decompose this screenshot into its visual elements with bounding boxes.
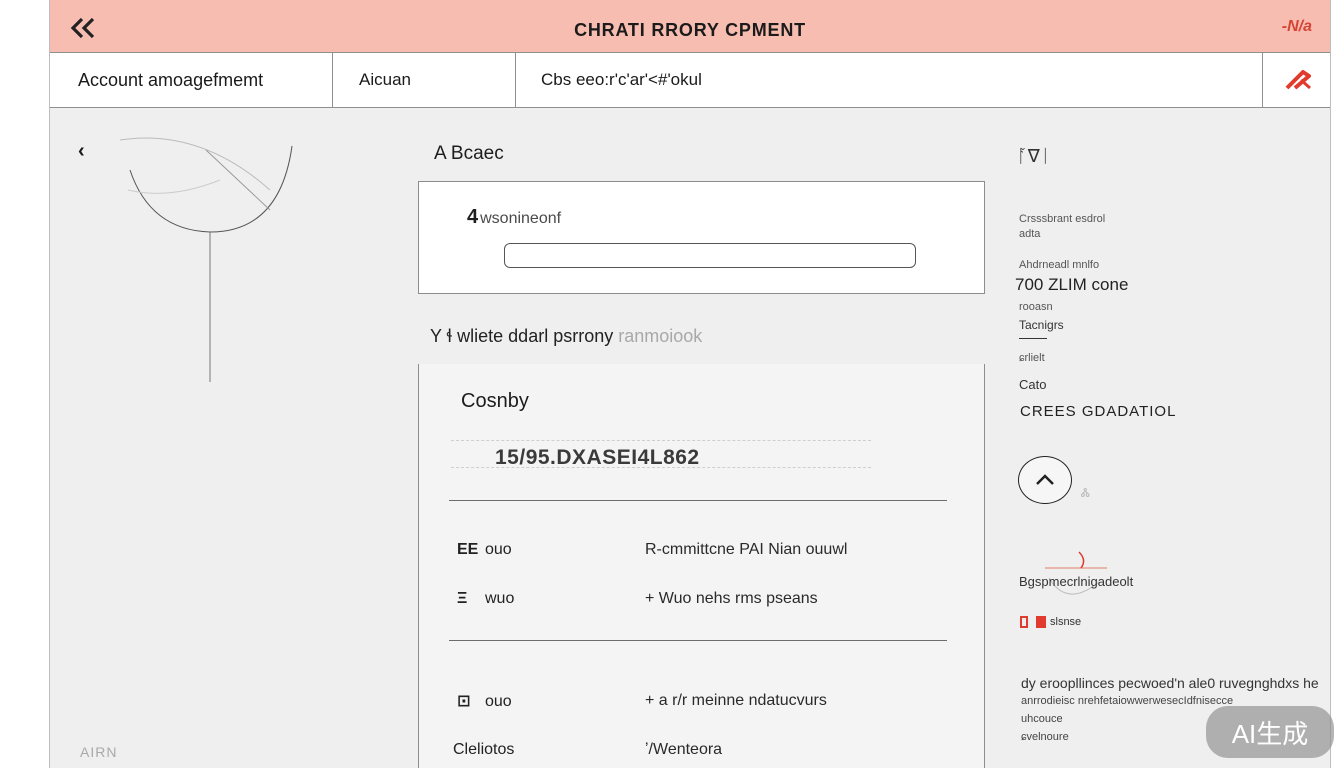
subsection-title-faint: ranmoiook (618, 326, 703, 346)
chevron-left-icon[interactable]: ‹ (78, 140, 85, 163)
text-input[interactable] (504, 243, 916, 268)
divider (449, 500, 947, 501)
underline (1019, 338, 1047, 339)
detail-row-key: ⊡ ouo (457, 691, 512, 711)
info-caps-value: CREES GDADATIOL (1020, 403, 1177, 420)
red-square-icon (1036, 616, 1046, 629)
info-value: 700 ZLIM cone (1015, 275, 1129, 294)
detail-row-value: + Wuo nehs rms pseans (645, 590, 818, 607)
row-key: ouo (485, 541, 512, 558)
detail-row-key: EE ouo (457, 541, 512, 559)
label-glyph: 4 (467, 206, 479, 228)
detail-row-value: ʼ/Wenteora (645, 741, 723, 758)
divider (451, 440, 871, 441)
info-label: Crsssbrant esdrol (1019, 213, 1106, 225)
info-label: Ahdrneadl mnlfo (1019, 259, 1100, 271)
divider (451, 467, 871, 468)
input-card-label: 4 wsonineonf (467, 206, 561, 229)
warning-row: slsnse (1020, 616, 1082, 629)
divider (449, 640, 947, 641)
left-panel: ‹ AIRN (50, 108, 410, 768)
info-label: rooasn (1019, 301, 1053, 313)
brand-logo: -N/a (1281, 18, 1312, 35)
detail-row-value: + a r/r meinne ndatucvurs (645, 692, 827, 709)
ai-generated-watermark: AI生成 (1206, 706, 1334, 758)
sketch-illustration (119, 137, 293, 382)
subsection-title-text: Y ɬ wliete ddarl psrrony (430, 326, 614, 346)
tab-tertiary[interactable]: Cbs eeo:r'c'ar'<#'okul (516, 53, 1263, 107)
title-bar: CHRATI RRORY CPMENT -N/a (50, 0, 1330, 53)
info-label: adta (1019, 228, 1041, 240)
edit-button[interactable] (1263, 53, 1332, 107)
chevron-up-icon (1036, 474, 1054, 485)
row-key: wuo (485, 590, 515, 607)
warning-text: slsnse (1050, 616, 1082, 628)
subsection-title: Y ɬ wliete ddarl psrrony ranmoiook (430, 326, 702, 347)
left-footer-label: AIRN (80, 744, 118, 760)
detail-card: Cosnby 15/95.DXASEI4L862 EE ouo R-cmmittc… (418, 364, 985, 768)
detail-label: Cosnby (461, 390, 529, 412)
paragraph-text: dy eroopllinces pecwoed'n ale0 ruvegnghd… (1021, 675, 1319, 691)
section-title: A Bcaec (434, 143, 504, 164)
detail-row-key: Ξwuo (457, 590, 514, 608)
row-key: Cleliotos (453, 741, 515, 758)
input-card: 4 wsonineonf (418, 181, 985, 294)
detail-row-value: R-cmmittcne PAI Nian ouuwl (645, 541, 848, 558)
tab-secondary[interactable]: Aicuan (333, 53, 516, 107)
right-sketch-label: ᚪ∇ᛁ (1017, 146, 1051, 166)
right-panel: ᚪ∇ᛁ Crsssbrant esdrol adta Ahdrneadl mnl… (1015, 108, 1332, 768)
expand-caption: Ꮬ (1081, 486, 1091, 500)
info-label: Cato (1019, 377, 1047, 392)
tab-account-management[interactable]: Account amoagefmemt (50, 53, 333, 107)
info-label: Tacnigrs (1019, 318, 1064, 332)
detail-row-key: Cleliotos (453, 741, 514, 759)
row-icon: Ξ (457, 590, 468, 607)
label-text: wsonineonf (480, 210, 562, 227)
app-window: CHRATI RRORY CPMENT -N/a Account amoagef… (49, 0, 1331, 768)
row-icon: EE (457, 541, 479, 558)
expand-button[interactable] (1018, 456, 1072, 504)
info-label: ɕrlielt (1019, 352, 1045, 364)
tab-bar: Account amoagefmemt Aicuan Cbs eeo:r'c'a… (50, 53, 1330, 108)
glyph-caption: Bgspmecrlnigadeolt (1019, 574, 1134, 589)
app-title: CHRATI RRORY CPMENT (574, 20, 806, 40)
row-icon: ⊡ (457, 693, 471, 710)
red-pen-icon (1285, 70, 1311, 90)
red-square-outline-icon (1020, 616, 1028, 629)
row-key: ouo (485, 693, 512, 710)
